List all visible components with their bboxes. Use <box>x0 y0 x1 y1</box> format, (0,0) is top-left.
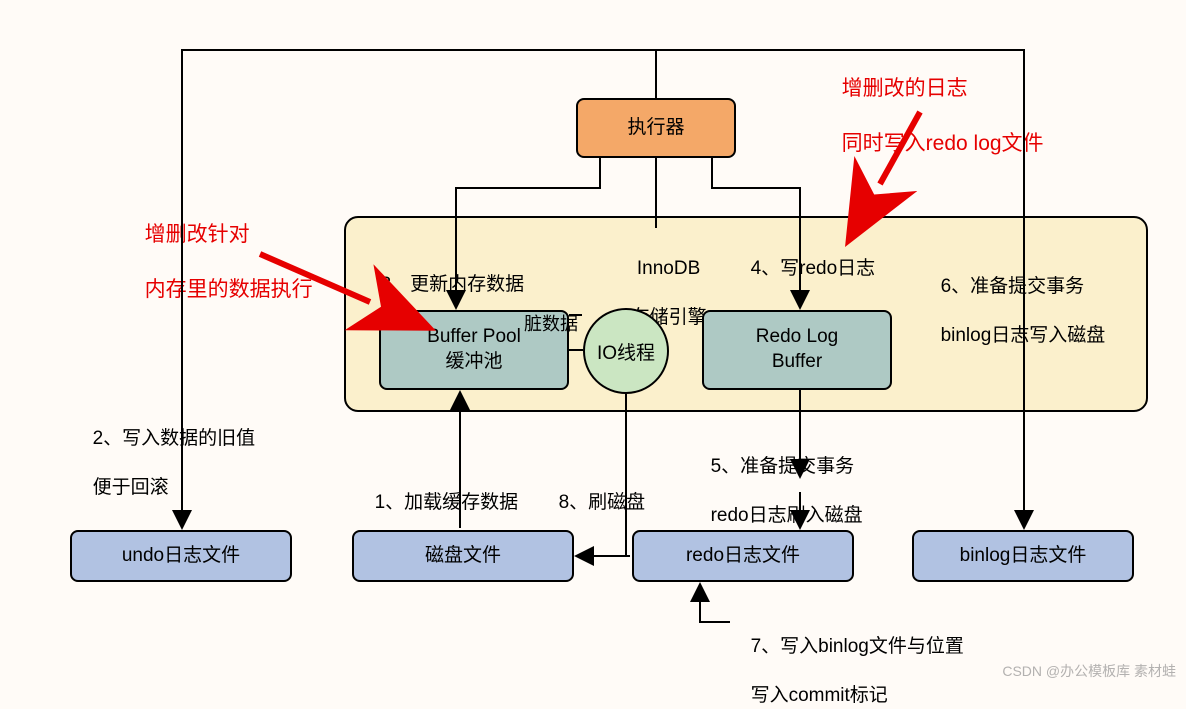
binlog-file-label: binlog日志文件 <box>960 544 1087 569</box>
disk-file-label: 磁盘文件 <box>425 544 501 569</box>
annotation-right: 增删改的日志 同时写入redo log文件 <box>830 48 1044 157</box>
executor-label: 执行器 <box>627 116 684 141</box>
step8-label: 8、刷磁盘 <box>548 466 645 515</box>
binlog-file-node: binlog日志文件 <box>912 530 1134 582</box>
buffer-pool-line2: 缓冲池 <box>445 351 502 372</box>
io-thread-node: IO线程 <box>583 308 669 394</box>
step1-label: 1、加载缓存数据 <box>364 466 518 515</box>
io-thread-label: IO线程 <box>597 338 655 365</box>
watermark: CSDN @办公模板库 素材蛙 <box>1002 661 1176 681</box>
redo-log-buffer-node: Redo Log Buffer <box>702 310 892 390</box>
step6-label: 6、准备提交事务 binlog日志写入磁盘 <box>930 250 1105 349</box>
executor-node: 执行器 <box>576 98 736 158</box>
undo-log-file-node: undo日志文件 <box>70 530 292 582</box>
redo-buffer-line2: Buffer <box>772 351 822 372</box>
undo-file-label: undo日志文件 <box>122 544 240 569</box>
step5-label: 5、准备提交事务 redo日志刷入磁盘 <box>700 430 863 529</box>
step3-label: 3、更新内存数据 <box>370 248 524 297</box>
redo-buffer-line1: Redo Log <box>756 326 838 347</box>
disk-file-node: 磁盘文件 <box>352 530 574 582</box>
annotation-left: 增删改针对 内存里的数据执行 <box>133 194 313 303</box>
redo-log-file-node: redo日志文件 <box>632 530 854 582</box>
redo-file-label: redo日志文件 <box>686 544 800 569</box>
step2-label: 2、写入数据的旧值 便于回滚 <box>82 402 255 501</box>
step4-label: 4、写redo日志 <box>740 232 875 281</box>
step7-label: 7、写入binlog文件与位置 写入commit标记 <box>740 610 964 709</box>
buffer-pool-line1: Buffer Pool <box>427 326 521 347</box>
